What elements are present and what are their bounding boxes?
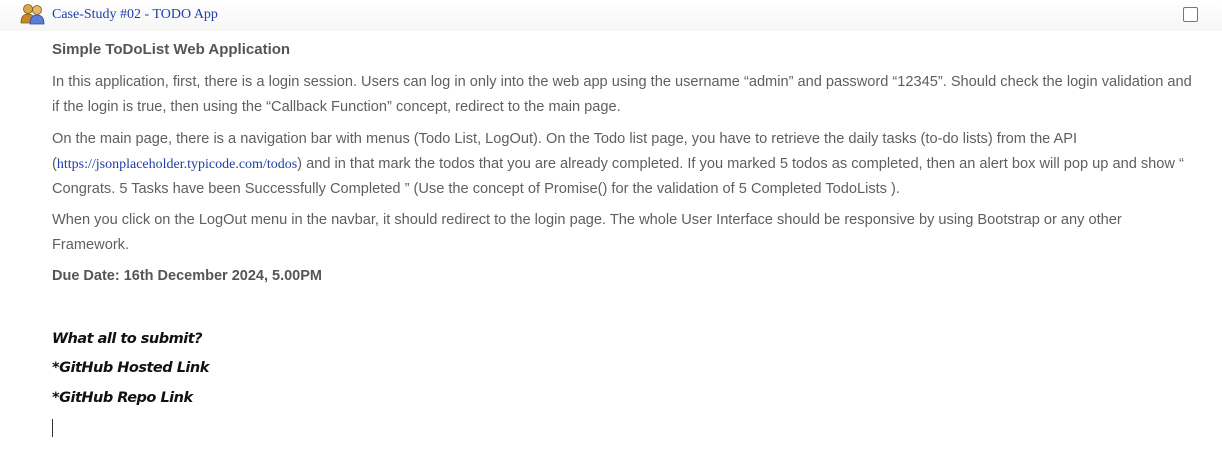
assignment-header: Case-Study #02 - TODO App [0,0,1222,31]
paragraph-login: In this application, first, there is a l… [52,74,1192,115]
completion-checkbox[interactable] [1183,7,1198,22]
submit-item-hosted-link: *GitHub Hosted Link [52,360,209,376]
submit-item-repo-link: *GitHub Repo Link [52,390,193,406]
due-date: Due Date: 16th December 2024, 5.00PM [52,268,322,284]
users-icon [20,3,46,25]
submit-heading: What all to submit? [52,331,203,347]
paragraph-main-page: On the main page, there is a navigation … [52,127,1202,202]
paragraph-logout: When you click on the LogOut menu in the… [52,212,1122,253]
assignment-title-link[interactable]: Case-Study #02 - TODO App [52,7,218,23]
description-heading: Simple ToDoList Web Application [52,41,291,58]
api-link[interactable]: https://jsonplaceholder.typicode.com/tod… [57,157,297,172]
text-cursor [52,419,53,437]
